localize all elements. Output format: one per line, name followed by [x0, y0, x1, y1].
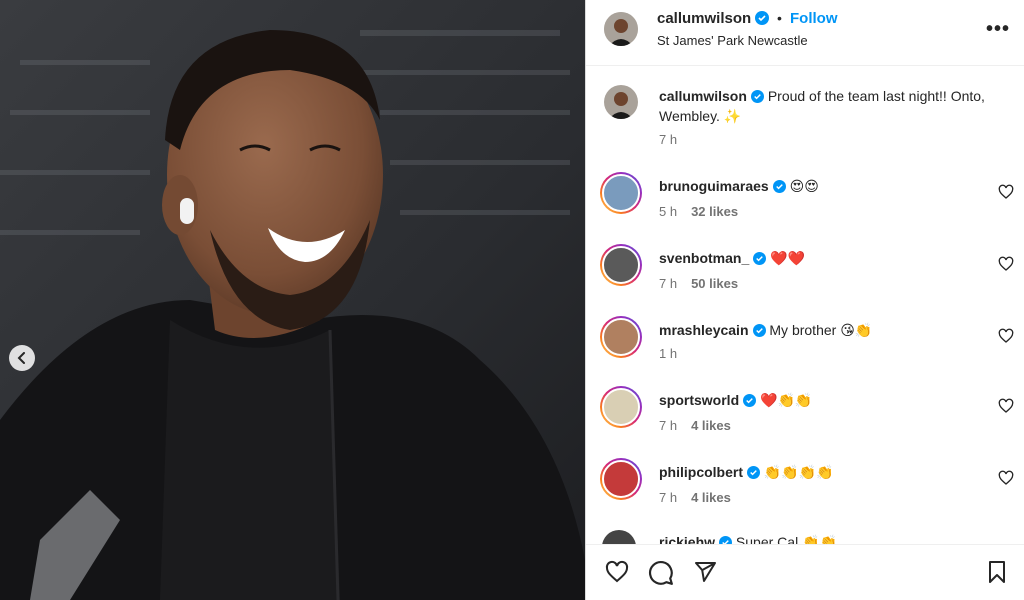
comment-text: My brother 😘👏: [769, 322, 873, 338]
verified-badge-icon: [755, 11, 770, 25]
previous-photo-button[interactable]: [9, 345, 35, 371]
comment-username[interactable]: philipcolbert: [659, 464, 743, 480]
author-avatar-image: [604, 85, 638, 119]
comment-likes[interactable]: 4 likes: [691, 418, 731, 433]
comment-meta: 7 h 4 likes: [659, 490, 731, 505]
comment-text: 👏👏👏👏: [763, 464, 834, 480]
comment-meta: 5 h 32 likes: [659, 204, 738, 219]
post-actions-bar: [586, 544, 1024, 600]
comment-username[interactable]: brunoguimaraes: [659, 178, 769, 194]
verified-badge-icon: [750, 90, 764, 103]
comment-avatar[interactable]: [600, 244, 642, 286]
chevron-left-icon: [17, 352, 25, 364]
post-location[interactable]: St James' Park Newcastle: [657, 33, 808, 48]
caption-time: 7 h: [659, 132, 677, 147]
heart-icon[interactable]: [998, 256, 1014, 272]
comment-icon[interactable]: [648, 560, 674, 586]
author-username[interactable]: callumwilson: [657, 10, 770, 27]
verified-badge-icon: [752, 324, 766, 337]
post-image: [0, 0, 585, 600]
verified-badge-icon: [753, 252, 767, 265]
comment-username[interactable]: mrashleycain: [659, 322, 749, 338]
post-photo[interactable]: [0, 0, 585, 600]
comment-avatar[interactable]: [600, 316, 642, 358]
verified-badge-icon: [747, 466, 760, 479]
author-username-text[interactable]: callumwilson: [657, 10, 751, 27]
comment-time: 7 h: [659, 276, 678, 291]
comment-avatar[interactable]: [602, 530, 636, 544]
heart-icon[interactable]: [998, 470, 1014, 486]
comment-meta: 7 h 50 likes: [659, 276, 738, 291]
follow-button[interactable]: Follow: [790, 10, 838, 27]
caption-time-text: 7 h: [659, 132, 678, 147]
post-header: callumwilson • Follow St James' Park New…: [586, 0, 1024, 66]
comment-username[interactable]: svenbotman_: [659, 250, 749, 266]
comment-text: 😍😍: [789, 178, 819, 194]
comment-time: 5 h: [659, 204, 678, 219]
post-side-panel: callumwilson • Follow St James' Park New…: [585, 0, 1024, 600]
comment-likes[interactable]: 4 likes: [691, 490, 731, 505]
comment-item: sportsworld ❤️👏👏: [659, 390, 999, 410]
comment-item: rickiehw Super Cal 👏👏: [659, 532, 999, 544]
comment-time: 7 h: [659, 490, 678, 505]
comment-time: 7 h: [659, 418, 678, 433]
comment-avatar[interactable]: [600, 458, 642, 500]
comment-meta: 1 h: [659, 346, 691, 361]
heart-icon[interactable]: [998, 328, 1014, 344]
verified-badge-icon: [719, 536, 733, 544]
comment-item: brunoguimaraes 😍😍: [659, 176, 999, 196]
comment-text: ❤️❤️: [770, 250, 806, 266]
comment-item: mrashleycain My brother 😘👏: [659, 320, 999, 340]
post-caption: callumwilson Proud of the team last nigh…: [659, 86, 999, 126]
heart-icon[interactable]: [998, 184, 1014, 200]
comment-item: svenbotman_ ❤️❤️: [659, 248, 999, 268]
caption-username[interactable]: callumwilson: [659, 88, 747, 104]
verified-badge-icon: [772, 180, 786, 193]
author-avatar-image: [604, 12, 638, 46]
more-options-button[interactable]: •••: [986, 18, 1010, 41]
comments-list[interactable]: callumwilson Proud of the team last nigh…: [586, 66, 1024, 544]
comment-likes[interactable]: 50 likes: [691, 276, 738, 291]
comment-username[interactable]: sportsworld: [659, 392, 739, 408]
verified-badge-icon: [743, 394, 757, 407]
separator-dot: •: [777, 10, 782, 26]
comment-avatar[interactable]: [600, 172, 642, 214]
comment-likes[interactable]: 32 likes: [691, 204, 738, 219]
heart-icon[interactable]: [998, 398, 1014, 414]
comment-item: philipcolbert 👏👏👏👏: [659, 462, 999, 482]
comment-text: ❤️👏👏: [760, 392, 813, 408]
comment-meta: 7 h 4 likes: [659, 418, 731, 433]
caption-avatar[interactable]: [604, 85, 638, 119]
author-avatar[interactable]: [604, 12, 638, 46]
comment-text: Super Cal 👏👏: [735, 534, 837, 544]
comment-time: 1 h: [659, 346, 678, 361]
comment-avatar[interactable]: [600, 386, 642, 428]
bookmark-icon[interactable]: [986, 560, 1008, 584]
share-icon[interactable]: [692, 560, 718, 584]
comment-username[interactable]: rickiehw: [659, 534, 715, 544]
heart-icon[interactable]: [604, 560, 630, 584]
